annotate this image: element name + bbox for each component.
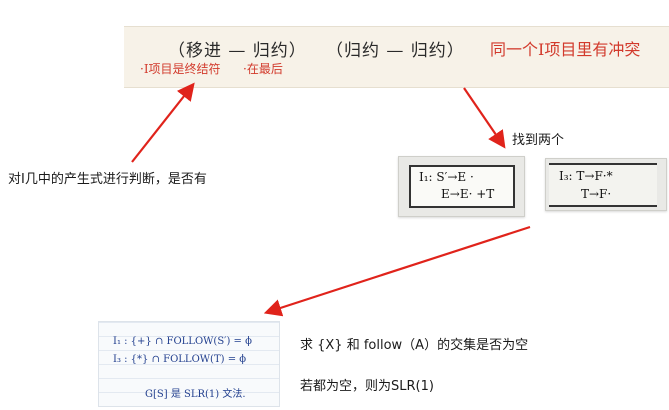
conclusion-note: 若都为空，则为SLR(1) [300,379,434,394]
item-set-3-box: I₃: T→F·* T→F· [549,163,657,207]
item-set-3-photo: I₃: T→F·* T→F· [545,158,667,211]
arrow-to-found-two [463,87,506,149]
item-set-3-line-1: I₃: T→F·* [559,169,613,183]
intersection-note: 求 {X} 和 follow（A）的交集是否为空 [300,338,529,353]
item-set-1-line-2: E→E· +T [441,187,495,201]
check-line-2: I₃ : {*} ∩ FOLLOW(T) = ϕ [113,354,247,365]
check-line-3: G[S] 是 SLR(1) 文法. [145,389,246,400]
found-two-note: 找到两个 [512,133,565,148]
slr-check-note: I₁ : {+} ∩ FOLLOW(S′) = ϕ I₃ : {*} ∩ FOL… [98,321,280,407]
item-set-1-line-1: I₁: S′→E · [419,170,474,184]
arrow-to-check-note [263,225,531,317]
item-set-1-box: I₁: S′→E · E→E· +T [409,165,515,208]
item-set-1-photo: I₁: S′→E · E→E· +T [398,156,525,217]
arrow-to-header [131,82,195,163]
item-set-3-line-2: T→F· [581,187,612,201]
left-note: 对I几中的产生式进行判断，是否有 [8,172,207,187]
check-line-1: I₁ : {+} ∩ FOLLOW(S′) = ϕ [113,336,252,347]
